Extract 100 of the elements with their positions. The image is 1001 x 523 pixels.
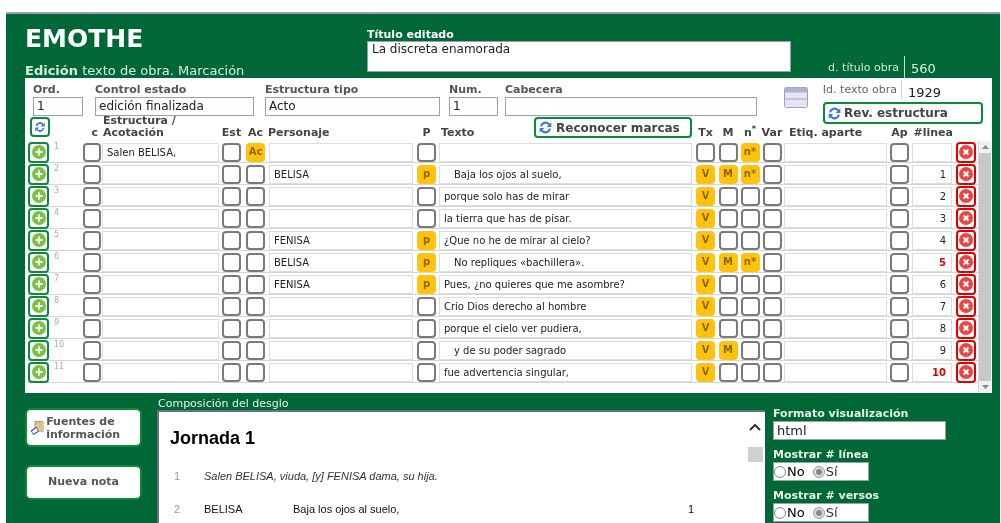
scroll-down-icon[interactable] [981,385,989,389]
input-field[interactable]: Salen BELISA, [102,142,219,162]
checkbox[interactable] [417,340,436,360]
checkbox[interactable] [246,164,265,184]
checkbox[interactable] [83,230,101,250]
title-field[interactable]: La discreta enamorada [367,41,791,72]
scroll-up-icon[interactable] [749,423,761,431]
input-field[interactable]: Acto [265,97,440,116]
add-row-button[interactable] [28,317,49,339]
checkbox[interactable] [83,362,101,382]
add-row-button[interactable] [28,207,49,229]
input-field[interactable]: 5 [912,252,952,272]
input-field[interactable]: fue advertencia singular, [439,362,692,382]
checkbox[interactable] [762,164,782,184]
input-field[interactable]: html [773,421,946,440]
checkbox[interactable] [762,296,782,316]
checkbox[interactable] [83,142,101,162]
checkbox[interactable] [740,186,760,206]
checkbox[interactable] [222,340,241,360]
checkbox[interactable] [417,208,436,228]
input-field[interactable]: 1 [449,97,498,116]
checkbox[interactable] [83,164,101,184]
input-field[interactable]: Pues, ¿no quieres que me asombre? [439,274,692,294]
delete-row-button[interactable] [955,273,976,295]
checkbox[interactable] [417,186,436,206]
radio-button[interactable] [774,506,786,519]
radio-button[interactable] [774,465,786,478]
checkbox[interactable] [246,274,265,294]
checkbox[interactable] [740,362,760,382]
checkbox[interactable] [890,208,909,228]
input-field[interactable]: 8 [912,318,952,338]
input-field[interactable]: BELISA [269,252,413,272]
checkbox[interactable] [890,318,909,338]
checkbox[interactable] [762,274,782,294]
delete-row-button[interactable] [955,317,976,339]
delete-row-button[interactable] [955,141,976,163]
checkbox[interactable] [718,142,738,162]
checkbox[interactable] [890,252,909,272]
checkbox[interactable] [222,362,241,382]
checkbox[interactable] [740,230,760,250]
checkbox[interactable] [417,362,436,382]
checkbox[interactable] [246,230,265,250]
checkbox[interactable] [718,186,738,206]
delete-row-button[interactable] [955,163,976,185]
input-field[interactable]: 1 [912,164,952,184]
radio-button[interactable] [812,506,825,519]
input-field[interactable]: 10 [912,362,952,382]
checkbox[interactable] [222,142,241,162]
input-field[interactable]: edición finalizada [95,97,254,116]
input-field[interactable]: FENISA [269,274,413,294]
checkbox[interactable] [222,208,241,228]
add-row-button[interactable] [28,141,49,163]
checkbox[interactable] [740,296,760,316]
checkbox[interactable] [890,142,909,162]
checkbox[interactable] [740,340,760,360]
input-field[interactable]: 9 [912,340,952,360]
add-row-button[interactable] [28,185,49,207]
checkbox[interactable] [762,186,782,206]
radio-button[interactable] [812,465,825,478]
delete-row-button[interactable] [955,229,976,251]
checkbox[interactable] [718,362,738,382]
add-row-button[interactable] [28,339,49,361]
input-field[interactable]: 3 [912,208,952,228]
checkbox[interactable] [890,164,909,184]
checkbox[interactable] [762,142,782,162]
input-field[interactable]: No repliques «bachillera». [439,252,692,272]
input-field[interactable]: 6 [912,274,952,294]
checkbox[interactable] [762,208,782,228]
delete-row-button[interactable] [955,361,976,383]
checkbox[interactable] [890,296,909,316]
input-field[interactable]: FENISA [269,230,413,250]
delete-row-button[interactable] [955,251,976,273]
checkbox[interactable] [740,318,760,338]
add-row-button[interactable] [28,273,49,295]
input-field[interactable]: y de su poder sagrado [439,340,692,360]
checkbox[interactable] [740,274,760,294]
input-field[interactable] [505,97,757,116]
checkbox[interactable] [83,318,101,338]
delete-row-button[interactable] [955,339,976,361]
checkbox[interactable] [222,230,241,250]
checkbox[interactable] [246,318,265,338]
new-note-button[interactable]: Nueva nota [25,465,142,500]
checkbox[interactable] [222,164,241,184]
add-row-button[interactable] [28,163,49,185]
checkbox[interactable] [417,142,436,162]
input-field[interactable]: 1 [33,97,83,116]
checkbox[interactable] [762,362,782,382]
checkbox[interactable] [246,362,265,382]
add-row-button[interactable] [28,295,49,317]
input-field[interactable]: BELISA [269,164,413,184]
checkbox[interactable] [890,274,909,294]
recognize-marks-button[interactable]: Reconocer marcas [534,117,692,138]
radio-group[interactable]: No Sí [773,503,869,522]
input-field[interactable]: 2 [912,186,952,206]
checkbox[interactable] [740,208,760,228]
add-row-button[interactable] [28,229,49,251]
checkbox[interactable] [718,208,738,228]
checkbox[interactable] [246,252,265,272]
add-row-button[interactable] [28,361,49,383]
scroll-thumb[interactable] [747,447,763,462]
